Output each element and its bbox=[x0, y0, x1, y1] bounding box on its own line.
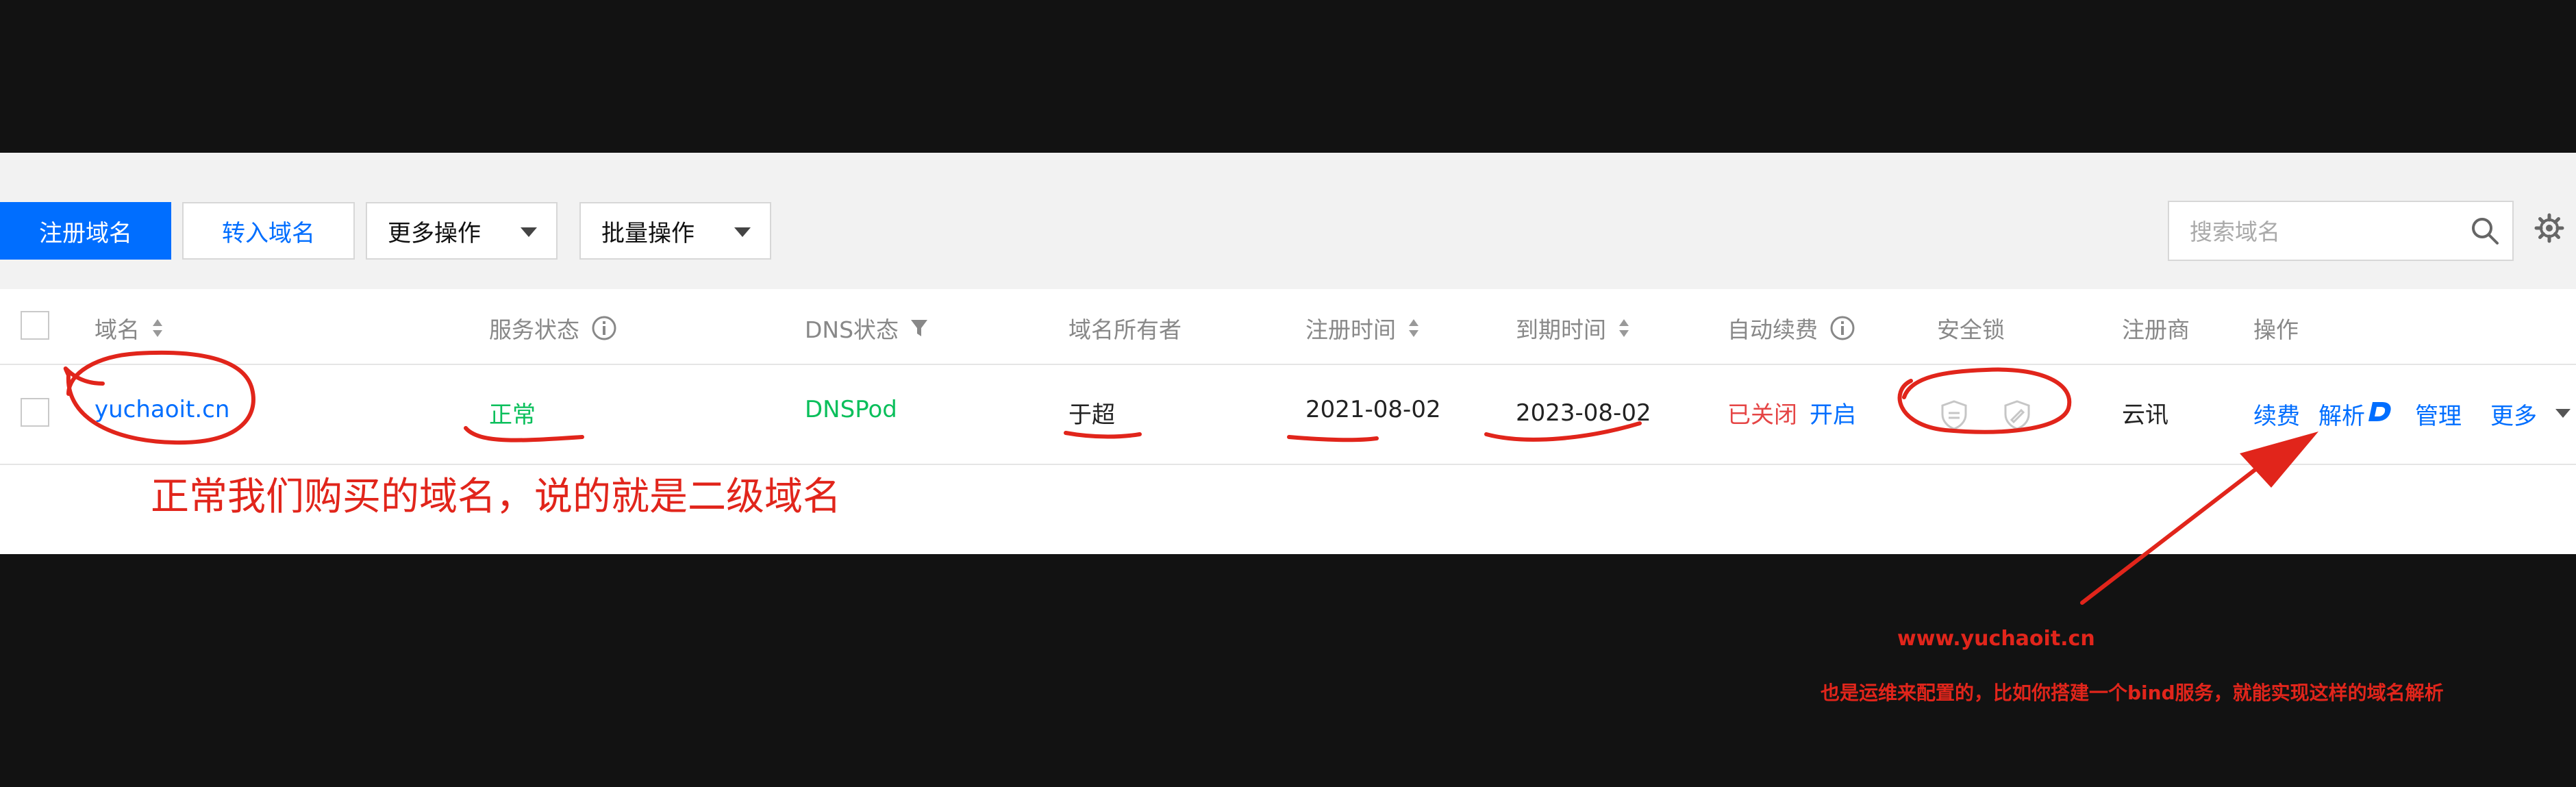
header-auto-renew-label: 自动续费 bbox=[1727, 316, 1818, 343]
header-security-lock-label: 安全锁 bbox=[1937, 316, 2005, 343]
header-security-lock: 安全锁 bbox=[1937, 312, 2005, 345]
transfer-domain-button[interactable]: 转入域名 bbox=[182, 202, 355, 260]
header-service-status: 服务状态 bbox=[489, 312, 618, 345]
header-domain-label: 域名 bbox=[95, 316, 140, 343]
annotation-url-note: www.yuchaoit.cn bbox=[1897, 627, 2095, 651]
annotation-desc-note: 也是运维来配置的，比如你搭建一个bind服务，就能实现这样的域名解析 bbox=[1821, 682, 2444, 704]
dns-status-value: DNSPod bbox=[805, 396, 897, 423]
header-owner-label: 域名所有者 bbox=[1068, 316, 1181, 343]
info-icon[interactable] bbox=[1829, 314, 1856, 342]
register-domain-button[interactable]: 注册域名 bbox=[0, 202, 171, 260]
header-actions: 操作 bbox=[2253, 312, 2299, 345]
chevron-down-icon bbox=[734, 227, 751, 237]
header-expire-time[interactable]: 到期时间 bbox=[1516, 312, 1631, 345]
renew-link[interactable]: 续费 bbox=[2253, 397, 2300, 431]
header-divider bbox=[0, 364, 2576, 365]
sort-icon[interactable] bbox=[1407, 318, 1421, 338]
search-input[interactable] bbox=[2188, 214, 2465, 249]
chevron-down-icon bbox=[521, 227, 537, 237]
lock-icon[interactable] bbox=[2001, 399, 2033, 431]
sort-icon[interactable] bbox=[1617, 318, 1631, 338]
auto-renew-state: 已关闭 bbox=[1727, 401, 1797, 429]
gear-icon[interactable] bbox=[2534, 213, 2564, 243]
toolbar: 注册域名 转入域名 更多操作 批量操作 bbox=[0, 153, 2576, 289]
chevron-down-icon[interactable] bbox=[2555, 409, 2571, 418]
more-operations-dropdown[interactable]: 更多操作 bbox=[366, 202, 558, 260]
batch-operations-label: 批量操作 bbox=[601, 219, 695, 247]
header-reg-time-label: 注册时间 bbox=[1305, 316, 1396, 343]
header-expire-time-label: 到期时间 bbox=[1516, 316, 1606, 343]
service-status-value: 正常 bbox=[489, 401, 536, 429]
batch-operations-dropdown[interactable]: 批量操作 bbox=[579, 202, 771, 260]
sort-icon[interactable] bbox=[151, 318, 164, 338]
header-dns-status: DNS状态 bbox=[805, 312, 929, 345]
header-registrar: 注册商 bbox=[2122, 312, 2190, 345]
header-registrar-label: 注册商 bbox=[2122, 316, 2190, 343]
header-domain[interactable]: 域名 bbox=[95, 312, 164, 345]
row-divider bbox=[0, 464, 2576, 465]
search-icon[interactable] bbox=[2470, 216, 2500, 246]
header-actions-label: 操作 bbox=[2253, 316, 2299, 343]
dnspod-icon bbox=[2368, 402, 2391, 421]
auto-renew-enable-link[interactable]: 开启 bbox=[1810, 396, 1856, 429]
header-service-status-label: 服务状态 bbox=[489, 316, 579, 343]
filter-icon[interactable] bbox=[910, 318, 929, 338]
more-operations-label: 更多操作 bbox=[388, 219, 481, 247]
more-link[interactable]: 更多 bbox=[2490, 397, 2537, 431]
registrar-value: 云讯 bbox=[2122, 401, 2168, 429]
header-owner: 域名所有者 bbox=[1068, 312, 1181, 345]
header-dns-status-label: DNS状态 bbox=[805, 316, 899, 343]
header-reg-time[interactable]: 注册时间 bbox=[1305, 312, 1421, 345]
owner-value: 于超 bbox=[1068, 401, 1115, 429]
lock-icon[interactable] bbox=[1938, 399, 1970, 431]
manage-link[interactable]: 管理 bbox=[2415, 397, 2462, 431]
row-checkbox[interactable] bbox=[21, 398, 49, 427]
info-icon[interactable] bbox=[590, 314, 618, 342]
resolve-link[interactable]: 解析 bbox=[2318, 397, 2365, 431]
search-box bbox=[2168, 201, 2514, 261]
expire-time-value: 2023-08-02 bbox=[1516, 399, 1651, 427]
domain-link[interactable]: yuchaoit.cn bbox=[95, 396, 229, 423]
annotation-main-note: 正常我们购买的域名，说的就是二级域名 bbox=[151, 475, 841, 519]
reg-time-value: 2021-08-02 bbox=[1305, 396, 1441, 423]
header-auto-renew: 自动续费 bbox=[1727, 312, 1856, 345]
select-all-checkbox[interactable] bbox=[21, 311, 49, 340]
